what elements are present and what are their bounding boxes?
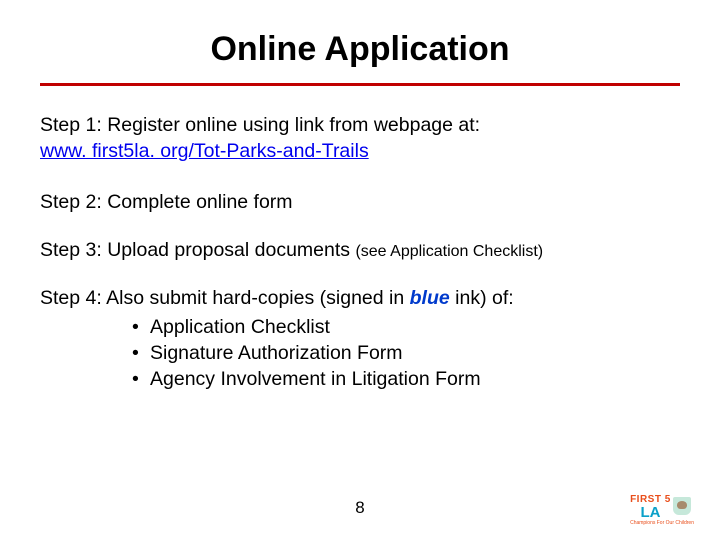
list-item: Signature Authorization Form xyxy=(40,340,680,366)
step-4-prefix: Step 4: Also submit hard-copies (signed … xyxy=(40,287,410,309)
list-item: Agency Involvement in Litigation Form xyxy=(40,366,680,392)
divider xyxy=(40,83,680,86)
step-3-text: Step 3: Upload proposal documents xyxy=(40,239,355,261)
step-2: Step 2: Complete online form xyxy=(40,189,680,215)
step-4: Step 4: Also submit hard-copies (signed … xyxy=(40,285,680,392)
step-3: Step 3: Upload proposal documents (see A… xyxy=(40,237,680,263)
step-3-note: (see Application Checklist) xyxy=(355,243,543,260)
page-number: 8 xyxy=(0,498,720,518)
list-item: Application Checklist xyxy=(40,314,680,340)
page-title: Online Application xyxy=(40,30,680,69)
step-4-blue: blue xyxy=(410,287,450,309)
content: Step 1: Register online using link from … xyxy=(40,112,680,393)
logo-child-icon xyxy=(673,497,691,515)
slide: Online Application Step 1: Register onli… xyxy=(0,0,720,540)
step-4-list: Application Checklist Signature Authoriz… xyxy=(40,314,680,393)
logo-tagline: Champions For Our Children xyxy=(630,520,694,526)
register-link[interactable]: www. first5la. org/Tot-Parks-and-Trails xyxy=(40,140,369,162)
step-1: Step 1: Register online using link from … xyxy=(40,112,680,165)
step-4-line: Step 4: Also submit hard-copies (signed … xyxy=(40,285,680,311)
logo: FIRST 5 LA Champions For Our Children xyxy=(630,495,694,526)
step-1-text: Step 1: Register online using link from … xyxy=(40,112,680,138)
step-4-suffix: ink) of: xyxy=(450,287,514,309)
logo-la: LA xyxy=(630,505,671,520)
